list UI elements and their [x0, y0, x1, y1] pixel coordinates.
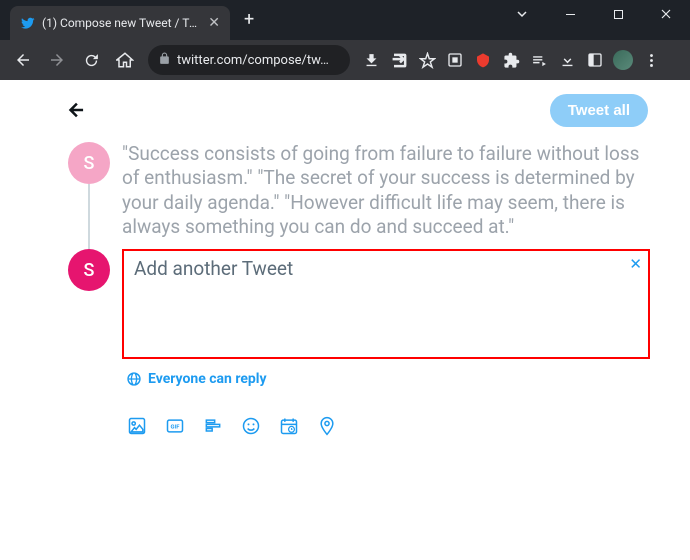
tab-close-icon[interactable]: ✕: [208, 15, 220, 31]
share-icon[interactable]: [386, 47, 412, 73]
star-icon[interactable]: [414, 47, 440, 73]
image-icon[interactable]: [126, 415, 148, 437]
schedule-icon[interactable]: [278, 415, 300, 437]
page-content: Tweet all S "Success consists of going f…: [0, 80, 690, 560]
compose-placeholder: Add another Tweet: [134, 257, 293, 280]
extension-square-icon[interactable]: [442, 47, 468, 73]
minimize-icon[interactable]: [546, 0, 594, 28]
install-icon[interactable]: [358, 47, 384, 73]
thread-tweet-1: S "Success consists of going from failur…: [68, 142, 650, 239]
browser-toolbar: twitter.com/compose/tw…: [0, 40, 690, 80]
globe-icon: [126, 371, 142, 387]
new-tab-button[interactable]: +: [244, 9, 254, 30]
gif-icon[interactable]: GIF: [164, 415, 186, 437]
thread-tweet-compose: S Add another Tweet ✕ Everyone can reply…: [68, 249, 650, 437]
compose-header: Tweet all: [28, 92, 662, 128]
lock-icon: [158, 52, 171, 68]
url-bar[interactable]: twitter.com/compose/tw…: [148, 45, 350, 75]
reload-icon[interactable]: [76, 45, 106, 75]
maximize-icon[interactable]: [594, 0, 642, 28]
back-icon[interactable]: [8, 45, 38, 75]
close-icon[interactable]: [642, 0, 690, 28]
thread-connector-line: [88, 184, 90, 251]
compose-action-row: GIF: [126, 415, 650, 437]
home-icon[interactable]: [110, 45, 140, 75]
download-icon[interactable]: [554, 47, 580, 73]
location-icon[interactable]: [316, 415, 338, 437]
puzzle-icon[interactable]: [498, 47, 524, 73]
chevron-down-icon[interactable]: [498, 0, 546, 28]
tweet-text: "Success consists of going from failure …: [122, 142, 650, 239]
back-arrow-button[interactable]: [58, 92, 94, 128]
avatar: S: [68, 142, 110, 184]
profile-avatar-icon[interactable]: [610, 47, 636, 73]
forward-icon[interactable]: [42, 45, 72, 75]
twitter-favicon-icon: [20, 15, 36, 31]
tweet-all-button[interactable]: Tweet all: [550, 94, 648, 127]
window-titlebar: (1) Compose new Tweet / Twitter ✕ +: [0, 0, 690, 40]
reply-permission-button[interactable]: Everyone can reply: [126, 371, 267, 387]
remove-tweet-icon[interactable]: ✕: [629, 255, 642, 273]
sidepanel-icon[interactable]: [582, 47, 608, 73]
emoji-icon[interactable]: [240, 415, 262, 437]
avatar: S: [68, 249, 110, 291]
more-icon[interactable]: [638, 47, 664, 73]
adblock-icon[interactable]: [470, 47, 496, 73]
playlist-icon[interactable]: [526, 47, 552, 73]
tab-title: (1) Compose new Tweet / Twitter: [42, 16, 202, 30]
browser-tab[interactable]: (1) Compose new Tweet / Twitter ✕: [10, 6, 230, 40]
svg-text:GIF: GIF: [171, 425, 181, 431]
compose-textarea[interactable]: Add another Tweet ✕: [122, 249, 650, 359]
reply-permission-label: Everyone can reply: [148, 371, 267, 387]
window-controls: [498, 0, 690, 28]
url-text: twitter.com/compose/tw…: [177, 53, 329, 68]
poll-icon[interactable]: [202, 415, 224, 437]
